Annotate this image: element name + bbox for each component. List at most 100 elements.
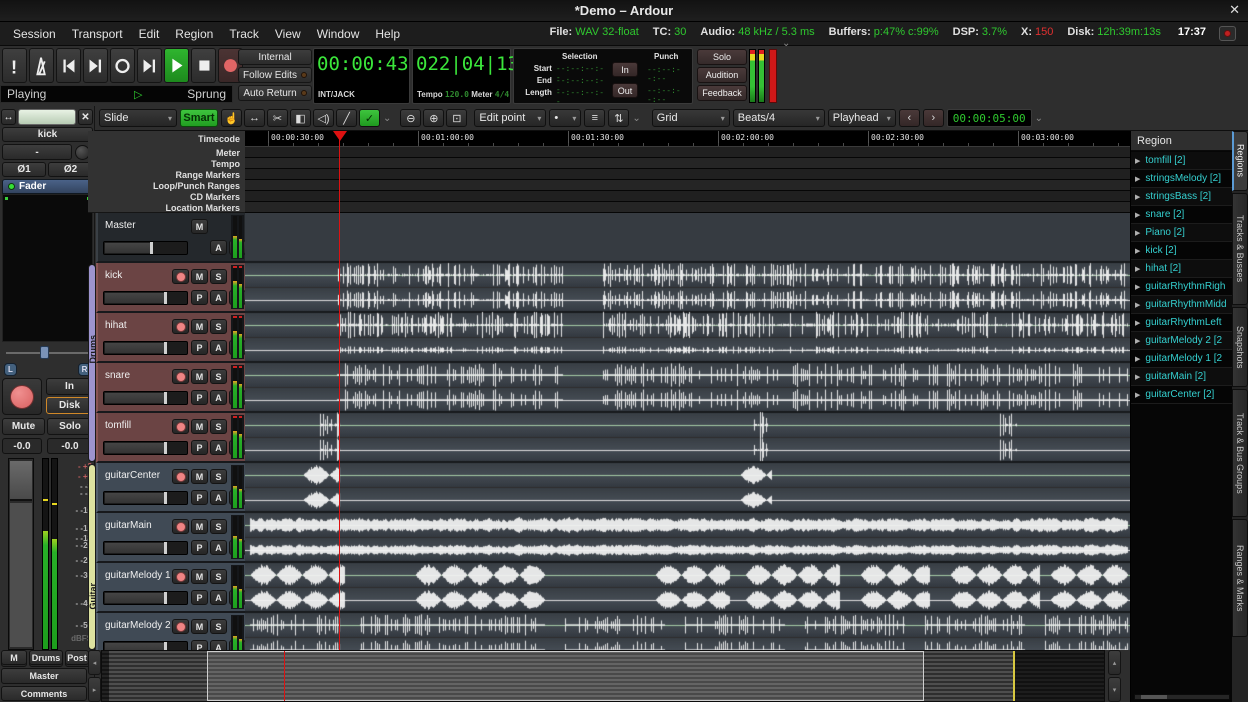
region-list-header[interactable]: Region [1131, 131, 1233, 151]
track-header-kick[interactable]: kickMSPAG [96, 263, 245, 313]
track-automation-button[interactable]: A [210, 240, 227, 255]
track-mute-button[interactable]: M [191, 269, 208, 284]
feedback-button[interactable]: Feedback [697, 85, 747, 101]
tools-chevron-icon[interactable]: ⌄ [383, 113, 391, 124]
nudge-forward-button[interactable]: › [923, 109, 944, 127]
expander-icon[interactable]: ▶ [1131, 211, 1145, 219]
track-fader-handle[interactable] [164, 292, 167, 304]
track-mute-button[interactable]: M [191, 519, 208, 534]
zoom-focus-dropdown[interactable]: Playhead▾ [828, 109, 896, 127]
expander-icon[interactable]: ▶ [1131, 175, 1145, 183]
track-header-hihat[interactable]: hihatMSPAG [96, 313, 245, 363]
snap-mode-dropdown[interactable]: Grid▾ [652, 109, 730, 127]
track-header-guitarmelody-2[interactable]: guitarMelody 2MSPAG [96, 613, 245, 650]
track-header-snare[interactable]: snareMSPAG [96, 363, 245, 413]
track-fader-handle[interactable] [164, 392, 167, 404]
edit-mode-dropdown[interactable]: Slide▾ [99, 109, 177, 127]
region-list-item[interactable]: ▶snare [2] [1131, 206, 1233, 224]
track-header-guitarmelody-1[interactable]: guitarMelody 1MSPAG [96, 563, 245, 613]
menu-track[interactable]: Track [222, 24, 266, 44]
metering-tab-drums[interactable]: Drums [29, 650, 63, 665]
monitor-disk-button[interactable]: Disk [46, 397, 93, 414]
track-automation-button[interactable]: A [210, 340, 227, 355]
strip-track-name[interactable]: kick [2, 127, 93, 142]
track-header-tomfill[interactable]: tomfillMSPAG [96, 413, 245, 463]
playhead-marker-icon[interactable] [333, 131, 347, 141]
pan-left-button[interactable]: L [4, 363, 17, 376]
ruler-row[interactable] [245, 169, 1130, 180]
record-indicator-button[interactable] [1219, 26, 1236, 41]
track-fader[interactable] [103, 341, 188, 355]
track-fader-handle[interactable] [164, 642, 167, 650]
region-list-item[interactable]: ▶tomfill [2] [1131, 152, 1233, 170]
peak-display[interactable]: -0.0 [47, 438, 93, 454]
height-chevron-icon[interactable]: ⌄ [632, 113, 640, 124]
track-fader-handle[interactable] [164, 492, 167, 504]
phase2-button[interactable]: Ø2 [48, 162, 93, 177]
summary-scroll-up-button[interactable]: ▴ [1108, 650, 1121, 675]
edit-point-dropdown[interactable]: Edit point▾ [474, 109, 546, 127]
region-list-item[interactable]: ▶stringsBass [2] [1131, 188, 1233, 206]
region-list-item[interactable]: ▶kick [2] [1131, 242, 1233, 260]
summary-scroll-left-button[interactable]: ◂ [88, 650, 101, 675]
play-range-button[interactable] [137, 48, 162, 83]
metering-tab-m[interactable]: M [1, 650, 27, 665]
track-mute-button[interactable]: M [191, 419, 208, 434]
ruler-row[interactable] [245, 191, 1130, 202]
tab-snapshots[interactable]: Snapshots [1232, 307, 1248, 387]
draw-tool-button[interactable]: ╱ [336, 109, 357, 127]
track-record-button[interactable] [172, 269, 189, 284]
nudge-clock[interactable]: 00:00:05:00 [947, 109, 1032, 127]
strip-width-button[interactable]: ↔ [1, 109, 16, 125]
strip-close-button[interactable]: ✕ [78, 109, 93, 125]
track-header-guitarmain[interactable]: guitarMainMSPAG [96, 513, 245, 563]
menu-view[interactable]: View [268, 24, 308, 44]
track-automation-button[interactable]: A [210, 290, 227, 305]
track-playlist-button[interactable]: P [191, 490, 208, 505]
track-automation-button[interactable]: A [210, 390, 227, 405]
track-fader-handle[interactable] [150, 242, 153, 254]
menu-window[interactable]: Window [310, 24, 367, 44]
ruler-row[interactable] [245, 180, 1130, 191]
stretch-tool-button[interactable]: ◧ [290, 109, 311, 127]
follow-edits-button[interactable]: Follow Edits [238, 67, 312, 83]
monitor-input-button[interactable]: In [46, 378, 93, 395]
track-fader[interactable] [103, 591, 188, 605]
track-mute-button[interactable]: M [191, 569, 208, 584]
mute-button[interactable]: Mute [2, 418, 45, 435]
loop-button[interactable] [110, 48, 135, 83]
expander-icon[interactable]: ▶ [1131, 355, 1145, 363]
nudge-chevron-icon[interactable]: ⌄ [1035, 113, 1043, 124]
track-playlist-button[interactable]: P [191, 340, 208, 355]
shrink-tracks-button[interactable]: ≡ [584, 109, 605, 127]
region-list-item[interactable]: ▶Piano [2] [1131, 224, 1233, 242]
punch-in-button[interactable]: In [612, 62, 638, 77]
expander-icon[interactable]: ▶ [1131, 247, 1145, 255]
track-fader[interactable] [103, 541, 188, 555]
track-record-button[interactable] [172, 619, 189, 634]
track-automation-button[interactable]: A [210, 640, 227, 650]
tab-regions[interactable]: Regions [1232, 131, 1248, 191]
region-list-item[interactable]: ▶guitarCenter [2] [1131, 386, 1233, 404]
track-fader-handle[interactable] [164, 342, 167, 354]
fader-processor[interactable]: Fader [2, 179, 93, 194]
punch-out-button[interactable]: Out [612, 83, 638, 98]
ruler-row[interactable] [245, 147, 1130, 158]
track-solo-button[interactable]: S [210, 369, 227, 384]
menu-region[interactable]: Region [168, 24, 220, 44]
track-solo-button[interactable]: S [210, 269, 227, 284]
region-list-item[interactable]: ▶guitarRhythmLeft [1131, 314, 1233, 332]
menu-help[interactable]: Help [368, 24, 407, 44]
internal-edit-tool-button[interactable]: ✓ [359, 109, 380, 127]
region-list-item[interactable]: ▶guitarMain [2] [1131, 368, 1233, 386]
track-playlist-button[interactable]: P [191, 390, 208, 405]
expander-icon[interactable]: ▶ [1131, 265, 1145, 273]
track-fader[interactable] [103, 641, 188, 650]
expander-icon[interactable]: ▶ [1131, 337, 1145, 345]
internal-button[interactable]: Internal [238, 49, 312, 65]
ruler-label-location-markers[interactable]: Location Markers [165, 203, 240, 213]
secondary-clock[interactable]: 022|04|1341 Tempo 120.0 Meter 4/4 [412, 48, 511, 104]
go-end-button[interactable] [83, 48, 108, 83]
audition-button[interactable]: Audition [697, 67, 747, 83]
track-mute-button[interactable]: M [191, 219, 208, 234]
